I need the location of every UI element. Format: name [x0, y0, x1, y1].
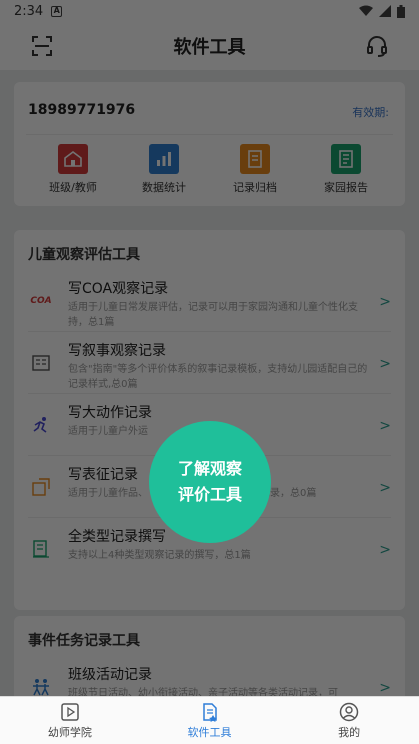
tool-title: 写大动作记录 [68, 405, 152, 421]
bottom-nav: 幼师学院 软件工具 我的 [0, 696, 419, 744]
battery-icon [397, 4, 405, 18]
classroom-icon [58, 144, 88, 174]
section-title: 事件任务记录工具 [28, 633, 140, 649]
representation-icon [30, 476, 52, 498]
account-phone: 18989771976 [28, 102, 136, 118]
guide-bubble[interactable]: 了解观察 评价工具 [149, 421, 271, 543]
tool-title: 写叙事观察记录 [68, 343, 166, 359]
status-bar: 2:34 A [0, 0, 419, 22]
chevron-right-icon: > [379, 356, 391, 372]
chevron-right-icon: > [379, 480, 391, 496]
tab-tools[interactable]: 软件工具 [140, 697, 280, 744]
tool-title: 写表征记录 [68, 467, 138, 483]
bubble-line-2: 评价工具 [177, 485, 242, 504]
tab-label: 我的 [338, 725, 361, 739]
tab-label: 软件工具 [187, 725, 232, 739]
running-icon [30, 414, 52, 436]
bubble-line-1: 了解观察 [177, 459, 242, 478]
tool-row-narrative[interactable]: 写叙事观察记录 包含"指南"等多个评价体系的叙事记录模板，支持幼儿园适配自己的记… [14, 332, 405, 394]
validity-label[interactable]: 有效期: [352, 104, 389, 120]
chevron-right-icon: > [379, 542, 391, 558]
tab-mine[interactable]: 我的 [279, 697, 419, 744]
tool-row-class-activity[interactable]: 班级活动记录 班级节日活动、幼小衔接活动、亲子活动等各类活动记录，可 > [14, 656, 405, 696]
narrative-icon [30, 352, 52, 374]
section-title: 儿童观察评估工具 [28, 247, 140, 263]
coa-icon: COA [30, 296, 52, 306]
account-card: 18989771976 有效期: 班级/教师 数据统计 记录归档 家园报告 [14, 82, 405, 206]
report-icon [331, 144, 361, 174]
video-icon [61, 702, 79, 721]
tool-desc: 支持以上4种类型观察记录的撰写，总1篇 [68, 550, 251, 561]
quick-action-class-teacher[interactable]: 班级/教师 [28, 144, 118, 195]
tool-title: 写COA观察记录 [68, 281, 169, 297]
quick-action-label: 记录归档 [233, 181, 277, 194]
activity-icon [30, 676, 52, 696]
archive-icon [240, 144, 270, 174]
tool-title: 班级活动记录 [68, 667, 152, 683]
main-content: 18989771976 有效期: 班级/教师 数据统计 记录归档 家园报告 儿童… [0, 70, 419, 696]
chevron-right-icon: > [379, 294, 391, 310]
status-icons [359, 4, 405, 18]
tools-icon [202, 702, 217, 722]
quick-action-label: 数据统计 [142, 181, 186, 194]
signal-icon [379, 5, 391, 17]
chevron-right-icon: > [379, 680, 391, 696]
tool-desc: 适用于儿童日常发展评估，记录可以用于家园沟通和儿童个性化支持，总1篇 [68, 302, 358, 328]
observation-tools-card: 儿童观察评估工具 COA 写COA观察记录 适用于儿童日常发展评估，记录可以用于… [14, 230, 405, 610]
tool-desc-tail: 记录，总0篇 [260, 488, 317, 499]
chart-icon [149, 144, 179, 174]
divider [26, 134, 393, 135]
wifi-icon [359, 5, 373, 16]
customer-service-icon[interactable] [365, 34, 389, 58]
quick-action-label: 家园报告 [324, 181, 368, 194]
tool-title: 全类型记录撰写 [68, 529, 166, 545]
scan-icon[interactable] [30, 34, 54, 58]
quick-action-statistics[interactable]: 数据统计 [119, 144, 209, 195]
page-title: 软件工具 [173, 37, 246, 58]
tool-desc: 包含"指南"等多个评价体系的叙事记录模板，支持幼儿园适配自己的记录样式,总0篇 [68, 364, 368, 390]
tab-label: 幼师学院 [47, 725, 92, 739]
chevron-right-icon: > [379, 418, 391, 434]
tool-desc: 班级节日活动、幼小衔接活动、亲子活动等各类活动记录，可 [68, 688, 338, 696]
quick-action-label: 班级/教师 [49, 181, 97, 194]
tab-academy[interactable]: 幼师学院 [0, 697, 140, 744]
quick-action-home-report[interactable]: 家园报告 [301, 144, 391, 195]
all-types-icon [30, 538, 52, 560]
tool-row-coa[interactable]: COA 写COA观察记录 适用于儿童日常发展评估，记录可以用于家园沟通和儿童个性… [14, 270, 405, 332]
status-time: 2:34 [14, 3, 44, 19]
notification-icon: A [51, 5, 63, 17]
app-bar: 软件工具 [0, 22, 419, 70]
quick-action-archive[interactable]: 记录归档 [210, 144, 300, 195]
user-icon [339, 702, 359, 721]
event-tools-card: 事件任务记录工具 班级活动记录 班级节日活动、幼小衔接活动、亲子活动等各类活动记… [14, 616, 405, 696]
